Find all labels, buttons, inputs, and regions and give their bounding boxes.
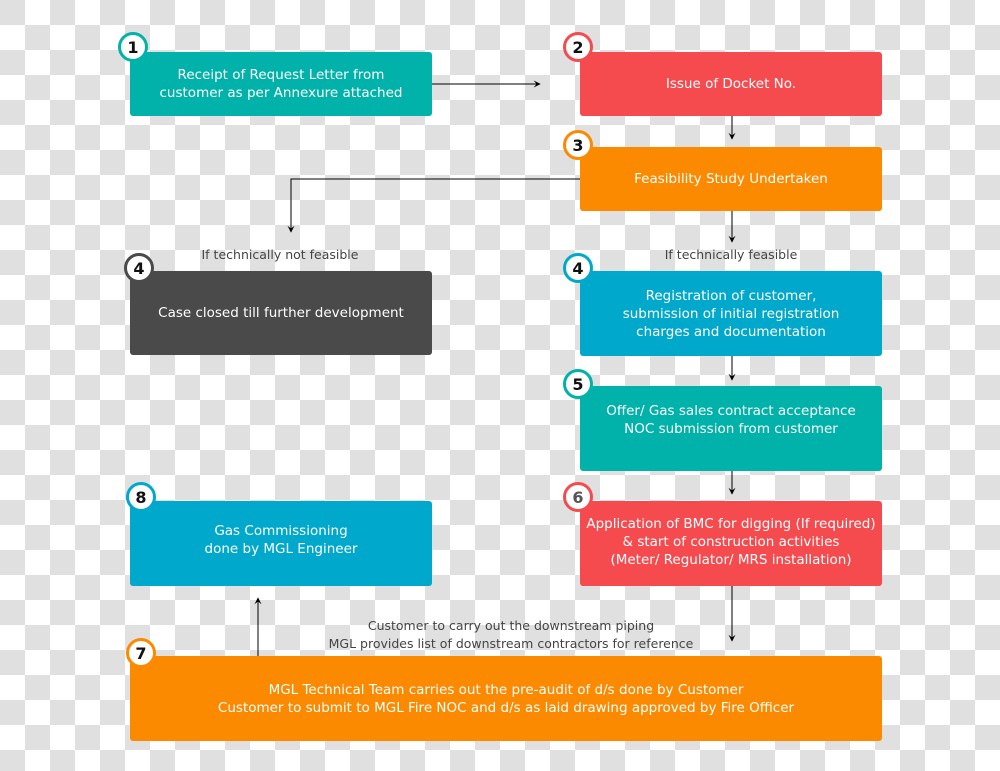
- step-3-badge: 3: [563, 130, 593, 160]
- step-6-badge: 6: [563, 482, 593, 512]
- step-5-badge: 5: [563, 369, 593, 399]
- step-4-registration-badge: 4: [563, 253, 593, 283]
- arrow-3-to-closed: [287, 178, 580, 233]
- step-2-badge: 2: [563, 32, 593, 62]
- step-8-badge: 8: [126, 482, 156, 512]
- step-1-badge: 1: [118, 32, 148, 62]
- step-7-badge: 7: [126, 638, 156, 668]
- step-4-closed-badge: 4: [124, 253, 154, 283]
